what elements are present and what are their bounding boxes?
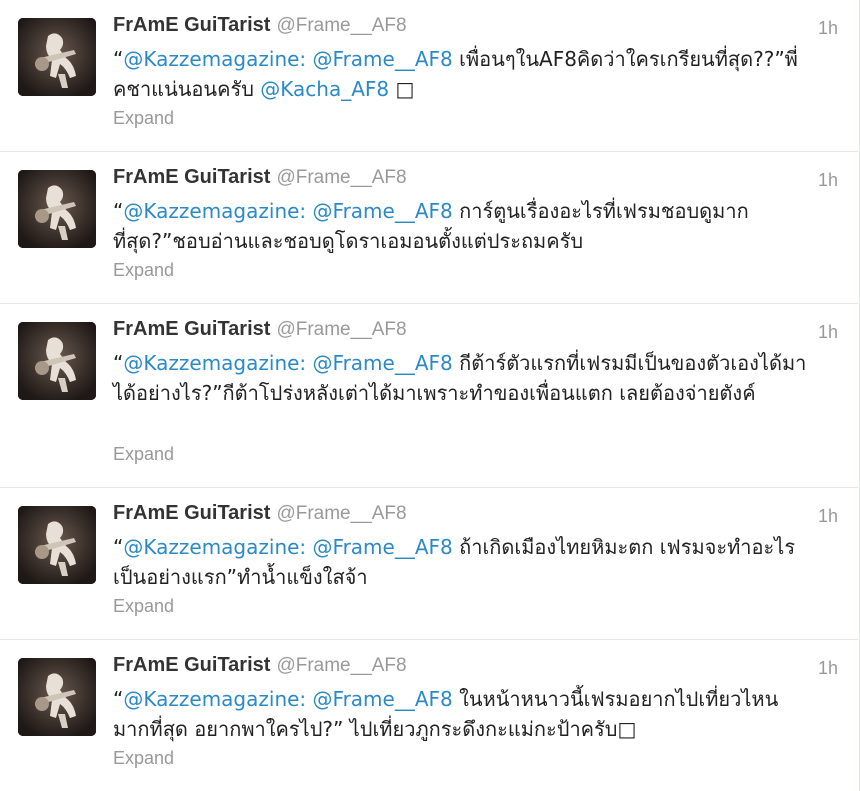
tweet-header: FrAmE GuiTarist @Frame__AF8 [113, 14, 407, 37]
user-handle[interactable]: @Frame__AF8 [276, 167, 406, 188]
tweet[interactable]: FrAmE GuiTarist @Frame__AF8 1h “@Kazzemag… [0, 0, 858, 152]
avatar[interactable] [18, 18, 96, 96]
expand-link[interactable]: Expand [113, 444, 174, 465]
mention-link[interactable]: @Kazzemagazine: [123, 199, 306, 223]
profile-photo-icon [18, 506, 96, 584]
tweet-text-segment: “ [113, 687, 124, 711]
tweet-text: “@Kazzemagazine: @Frame__AF8 เพื่อนๆในAF… [113, 44, 813, 104]
mention-link[interactable]: @Kazzemagazine: [123, 351, 306, 375]
mention-link[interactable]: @Frame__AF8 [313, 535, 453, 559]
user-handle[interactable]: @Frame__AF8 [276, 503, 406, 524]
tweet-text: “@Kazzemagazine: @Frame__AF8 ในหน้าหนาวน… [113, 684, 813, 744]
mention-link[interactable]: @Kacha_AF8 [260, 77, 389, 101]
timeline: FrAmE GuiTarist @Frame__AF8 1h “@Kazzemag… [0, 0, 860, 791]
tweet-timestamp[interactable]: 1h [818, 18, 838, 39]
tweet-timestamp[interactable]: 1h [818, 170, 838, 191]
tweet[interactable]: FrAmE GuiTarist @Frame__AF8 1h “@Kazzemag… [0, 304, 858, 488]
tweet-timestamp[interactable]: 1h [818, 322, 838, 343]
profile-photo-icon [18, 322, 96, 400]
tweet-timestamp[interactable]: 1h [818, 658, 838, 679]
tweet-timestamp[interactable]: 1h [818, 506, 838, 527]
mention-link[interactable]: @Frame__AF8 [313, 351, 453, 375]
avatar[interactable] [18, 506, 96, 584]
expand-link[interactable]: Expand [113, 260, 174, 281]
mention-link[interactable]: @Frame__AF8 [313, 47, 453, 71]
tweet[interactable]: FrAmE GuiTarist @Frame__AF8 1h “@Kazzemag… [0, 640, 858, 791]
avatar[interactable] [18, 322, 96, 400]
tweet[interactable]: FrAmE GuiTarist @Frame__AF8 1h “@Kazzemag… [0, 488, 858, 640]
profile-photo-icon [18, 18, 96, 96]
tweet-text-segment: “ [113, 199, 124, 223]
tweet-header: FrAmE GuiTarist @Frame__AF8 [113, 654, 407, 677]
profile-photo-icon [18, 170, 96, 248]
tweet-text-segment: “ [113, 351, 124, 375]
mention-link[interactable]: @Kazzemagazine: [123, 687, 306, 711]
tweet-text-segment: “ [113, 47, 124, 71]
tweet-header: FrAmE GuiTarist @Frame__AF8 [113, 502, 407, 525]
user-fullname[interactable]: FrAmE GuiTarist [113, 166, 270, 188]
tweet-text: “@Kazzemagazine: @Frame__AF8 การ์ตูนเรื่… [113, 196, 813, 256]
user-fullname[interactable]: FrAmE GuiTarist [113, 318, 270, 340]
expand-link[interactable]: Expand [113, 108, 174, 129]
avatar[interactable] [18, 170, 96, 248]
mention-link[interactable]: @Kazzemagazine: [123, 47, 306, 71]
user-handle[interactable]: @Frame__AF8 [276, 15, 406, 36]
user-handle[interactable]: @Frame__AF8 [276, 655, 406, 676]
mention-link[interactable]: @Frame__AF8 [313, 687, 453, 711]
expand-link[interactable]: Expand [113, 748, 174, 769]
tweet-text: “@Kazzemagazine: @Frame__AF8 ถ้าเกิดเมือ… [113, 532, 813, 592]
tweet-text-segment: “ [113, 535, 124, 559]
tweet-text-segment: □ [389, 77, 415, 101]
tweet-header: FrAmE GuiTarist @Frame__AF8 [113, 166, 407, 189]
user-handle[interactable]: @Frame__AF8 [276, 319, 406, 340]
tweet-header: FrAmE GuiTarist @Frame__AF8 [113, 318, 407, 341]
mention-link[interactable]: @Frame__AF8 [313, 199, 453, 223]
tweet-text: “@Kazzemagazine: @Frame__AF8 กีต้าร์ตัวแ… [113, 348, 813, 408]
tweet[interactable]: FrAmE GuiTarist @Frame__AF8 1h “@Kazzemag… [0, 152, 858, 304]
mention-link[interactable]: @Kazzemagazine: [123, 535, 306, 559]
profile-photo-icon [18, 658, 96, 736]
expand-link[interactable]: Expand [113, 596, 174, 617]
avatar[interactable] [18, 658, 96, 736]
user-fullname[interactable]: FrAmE GuiTarist [113, 654, 270, 676]
user-fullname[interactable]: FrAmE GuiTarist [113, 14, 270, 36]
user-fullname[interactable]: FrAmE GuiTarist [113, 502, 270, 524]
